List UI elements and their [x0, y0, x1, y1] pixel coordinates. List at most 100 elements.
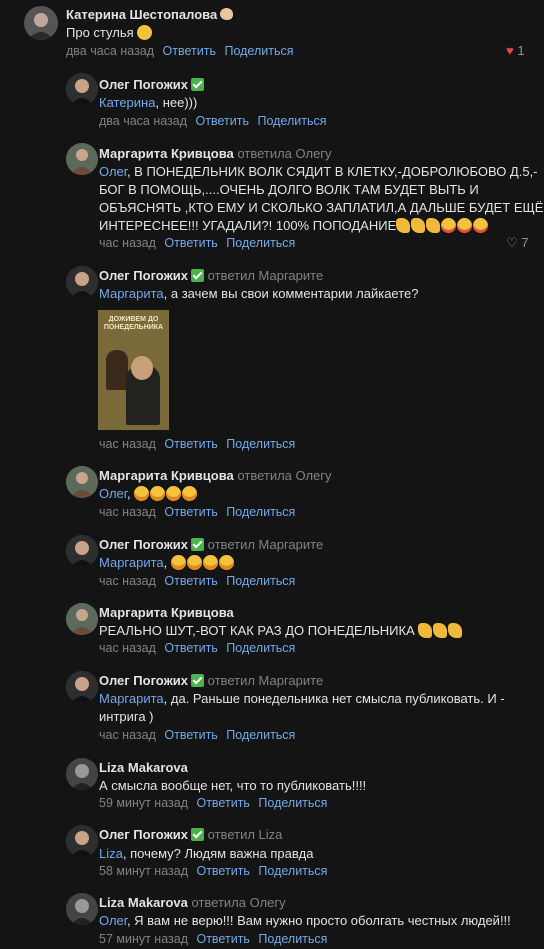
reply-link[interactable]: Ответить	[164, 236, 217, 250]
heart-icon: ♥	[506, 43, 514, 58]
reply-link[interactable]: Ответить	[163, 44, 216, 58]
comment-meta: 57 минут назад Ответить Поделиться	[99, 932, 327, 946]
share-link[interactable]: Поделиться	[258, 864, 327, 878]
share-link[interactable]: Поделиться	[226, 236, 295, 250]
mention-link[interactable]: Катерина	[99, 95, 155, 110]
avatar[interactable]	[66, 603, 98, 635]
author-name[interactable]: Маргарита Кривцова	[99, 605, 234, 620]
timestamp[interactable]: два часа назад	[66, 44, 154, 58]
author-name[interactable]: Катерина Шестопалова	[66, 7, 217, 22]
avatar[interactable]	[66, 143, 98, 175]
avatar-image	[66, 758, 98, 790]
timestamp[interactable]: час назад	[99, 574, 156, 588]
avatar[interactable]	[66, 266, 98, 298]
comment-author[interactable]: Liza Makarova ответила Олегу	[99, 895, 286, 910]
comment-author[interactable]: Катерина Шестопалова	[66, 7, 234, 22]
heart-outline-icon: ♡	[506, 235, 518, 250]
mention-link[interactable]: Маргарита	[99, 691, 164, 706]
poster-title: ДОЖИВЕМ ДО ПОНЕДЕЛЬНИКА	[103, 316, 164, 331]
timestamp[interactable]: час назад	[99, 728, 156, 742]
comment-meta: 58 минут назад Ответить Поделиться	[99, 864, 327, 878]
comment-author[interactable]: Олег Погожих ответил Liza	[99, 827, 282, 842]
reply-link[interactable]: Ответить	[164, 505, 217, 519]
comment-author[interactable]: Олег Погожих ответил Маргарите	[99, 268, 323, 283]
reply-link[interactable]: Ответить	[164, 728, 217, 742]
like-button[interactable]: ♡ 7	[506, 235, 529, 251]
reply-link[interactable]: Ответить	[196, 864, 249, 878]
muscle-emoji	[426, 218, 441, 233]
reply-to-label: ответил Маргарите	[207, 537, 324, 552]
attached-movie-poster[interactable]: ДОЖИВЕМ ДО ПОНЕДЕЛЬНИКА	[98, 310, 169, 430]
timestamp[interactable]: 57 минут назад	[99, 932, 188, 946]
like-button[interactable]: ♥ 1	[506, 43, 525, 58]
comment-body: Про стулья	[66, 25, 134, 40]
comment-author[interactable]: Маргарита Кривцова ответила Олегу	[99, 146, 332, 161]
author-name[interactable]: Liza Makarova	[99, 895, 188, 910]
comment-text: Liza, почему? Людям важна правда	[99, 845, 313, 863]
share-link[interactable]: Поделиться	[258, 796, 327, 810]
share-link[interactable]: Поделиться	[257, 114, 326, 128]
share-link[interactable]: Поделиться	[226, 641, 295, 655]
timestamp[interactable]: 58 минут назад	[99, 864, 188, 878]
reply-link[interactable]: Ответить	[164, 437, 217, 451]
timestamp[interactable]: час назад	[99, 505, 156, 519]
mention-link[interactable]: Liza	[99, 846, 123, 861]
palette-emoji	[220, 8, 234, 20]
comment-body-line: интрига )	[99, 709, 154, 724]
reply-to-label: ответила Олегу	[237, 146, 332, 161]
muscle-emoji	[396, 218, 411, 233]
avatar[interactable]	[66, 758, 98, 790]
comment-body: ,	[126, 486, 131, 501]
reply-link[interactable]: Ответить	[164, 641, 217, 655]
avatar[interactable]	[66, 466, 98, 498]
timestamp[interactable]: час назад	[99, 641, 156, 655]
timestamp[interactable]: два часа назад	[99, 114, 187, 128]
muscle-emoji	[433, 623, 448, 638]
mention-link[interactable]: Маргарита	[99, 286, 164, 301]
mention-link[interactable]: Олег	[99, 164, 127, 179]
kiss-emoji	[441, 218, 457, 233]
comment-author[interactable]: Маргарита Кривцова	[99, 605, 234, 620]
mention-link[interactable]: Олег	[99, 913, 127, 928]
author-name[interactable]: Маргарита Кривцова	[99, 468, 234, 483]
share-link[interactable]: Поделиться	[226, 437, 295, 451]
share-link[interactable]: Поделиться	[224, 44, 293, 58]
avatar[interactable]	[66, 671, 98, 703]
share-link[interactable]: Поделиться	[226, 728, 295, 742]
author-name[interactable]: Liza Makarova	[99, 760, 188, 775]
timestamp[interactable]: час назад	[99, 437, 156, 451]
avatar[interactable]	[66, 893, 98, 925]
kiss-emoji	[457, 218, 473, 233]
author-name[interactable]: Олег Погожих	[99, 827, 188, 842]
share-link[interactable]: Поделиться	[258, 932, 327, 946]
author-name[interactable]: Олег Погожих	[99, 77, 188, 92]
comment-author[interactable]: Маргарита Кривцова ответила Олегу	[99, 468, 332, 483]
avatar[interactable]	[66, 535, 98, 567]
comment-author[interactable]: Олег Погожих ответил Маргарите	[99, 537, 323, 552]
author-name[interactable]: Олег Погожих	[99, 268, 188, 283]
author-name[interactable]: Маргарита Кривцова	[99, 146, 234, 161]
timestamp[interactable]: час назад	[99, 236, 156, 250]
reply-to-label: ответила Олегу	[237, 468, 332, 483]
share-link[interactable]: Поделиться	[226, 505, 295, 519]
share-link[interactable]: Поделиться	[226, 574, 295, 588]
comment-author[interactable]: Liza Makarova	[99, 760, 188, 775]
reply-link[interactable]: Ответить	[196, 114, 249, 128]
comment-author[interactable]: Олег Погожих	[99, 77, 205, 92]
comment-meta: два часа назад Ответить Поделиться	[66, 44, 294, 58]
reply-link[interactable]: Ответить	[196, 932, 249, 946]
avatar[interactable]	[24, 6, 58, 40]
avatar[interactable]	[66, 73, 98, 105]
timestamp[interactable]: 59 минут назад	[99, 796, 188, 810]
author-name[interactable]: Олег Погожих	[99, 673, 188, 688]
mention-link[interactable]: Олег	[99, 486, 127, 501]
reply-to-label: ответила Олегу	[191, 895, 286, 910]
comment-text: Олег,	[99, 485, 198, 503]
author-name[interactable]: Олег Погожих	[99, 537, 188, 552]
comment-author[interactable]: Олег Погожих ответил Маргарите	[99, 673, 323, 688]
reply-link[interactable]: Ответить	[164, 574, 217, 588]
rofl-emoji	[218, 555, 234, 570]
mention-link[interactable]: Маргарита	[99, 555, 164, 570]
reply-link[interactable]: Ответить	[196, 796, 249, 810]
avatar[interactable]	[66, 825, 98, 857]
